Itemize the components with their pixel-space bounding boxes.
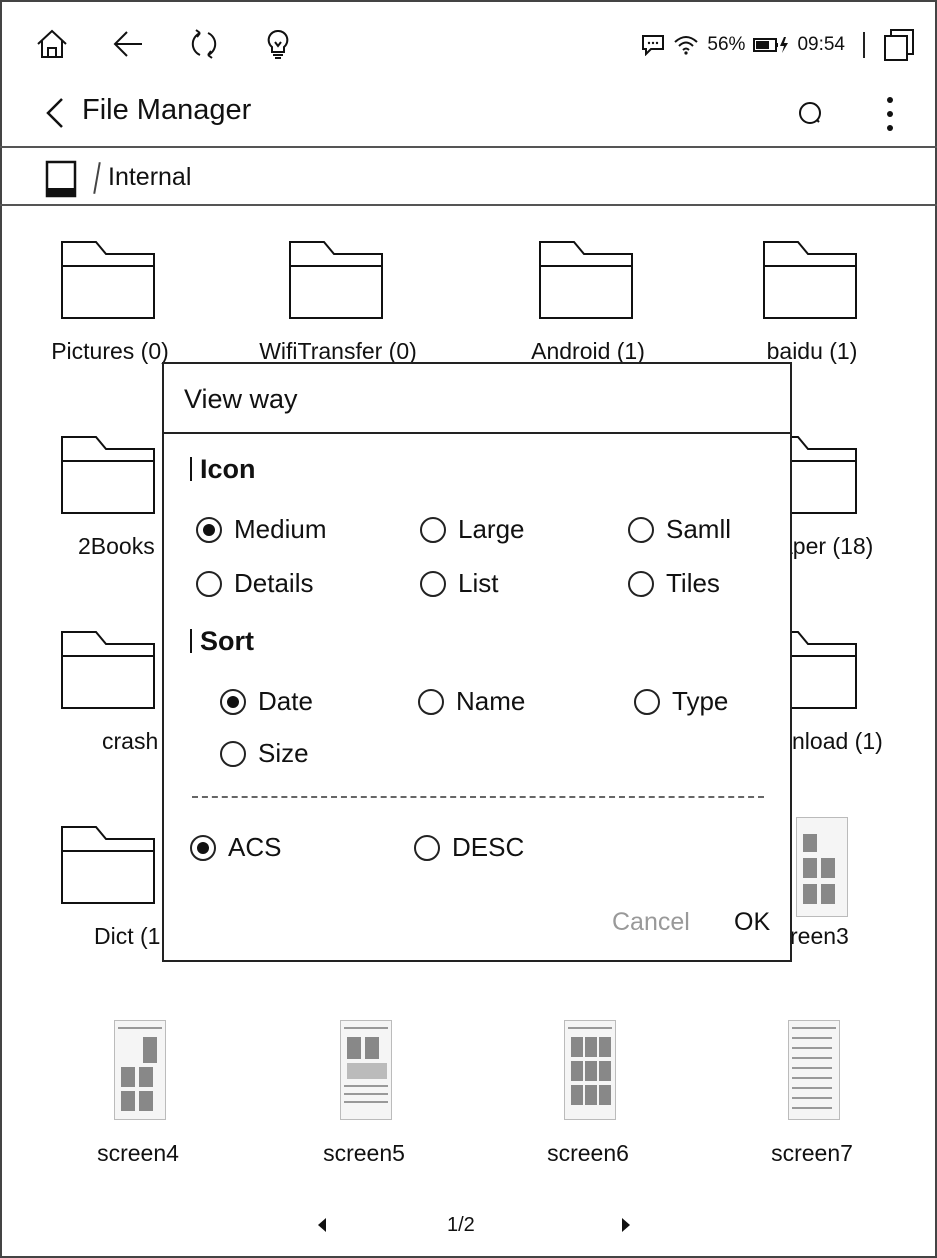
- image-label: screen4: [97, 1140, 179, 1166]
- status-separator: [863, 32, 865, 58]
- radio-unselected-icon: [628, 516, 654, 543]
- wifi-icon: [674, 36, 699, 55]
- page-title: File Manager: [82, 94, 252, 126]
- radio-unselected-icon: [420, 570, 446, 597]
- radio-selected-icon: [196, 516, 222, 543]
- image-label: reen3: [790, 923, 849, 949]
- radio-icon-large[interactable]: Large: [420, 514, 525, 545]
- radio-unselected-icon: [634, 688, 660, 715]
- radio-label: Name: [456, 686, 526, 716]
- ok-button[interactable]: OK: [734, 908, 770, 937]
- path-location[interactable]: Internal: [108, 163, 191, 192]
- pager: 1/2: [0, 1210, 937, 1246]
- radio-unselected-icon: [420, 516, 446, 543]
- radio-order-desc[interactable]: DESC: [414, 832, 524, 863]
- recent-apps-icon[interactable]: [883, 28, 917, 62]
- image-item[interactable]: screen6: [478, 1000, 698, 1190]
- message-icon: [642, 35, 665, 56]
- radio-label: Medium: [234, 514, 327, 544]
- folder-icon: [61, 241, 155, 319]
- radio-icon-small[interactable]: Samll: [628, 514, 731, 545]
- radio-sort-size[interactable]: Size: [220, 738, 309, 769]
- clock: 09:54: [797, 34, 845, 55]
- next-page-icon[interactable]: [622, 1218, 630, 1232]
- folder-label: aper (18): [780, 533, 874, 559]
- radio-sort-date[interactable]: Date: [220, 686, 313, 717]
- screenshot-thumbnail: [788, 1020, 840, 1120]
- device-storage-icon[interactable]: [45, 160, 77, 198]
- radio-label: Tiles: [666, 568, 720, 598]
- folder-label: baidu (1): [766, 338, 858, 364]
- radio-icon-tiles[interactable]: Tiles: [628, 568, 720, 599]
- radio-icon-list[interactable]: List: [420, 568, 498, 599]
- sort-section-heading: Sort: [190, 626, 254, 657]
- screenshot-thumbnail: [114, 1020, 166, 1120]
- lightbulb-icon[interactable]: [260, 26, 296, 62]
- image-label: screen6: [547, 1140, 629, 1166]
- image-item[interactable]: screen5: [254, 1000, 474, 1190]
- radio-label: Samll: [666, 514, 732, 544]
- dialog-title: View way: [184, 384, 298, 414]
- radio-unselected-icon: [414, 834, 440, 861]
- folder-label: WifiTransfer (0): [259, 338, 417, 364]
- battery-percent: 56%: [707, 34, 746, 55]
- screenshot-thumbnail: [564, 1020, 616, 1120]
- radio-icon-details[interactable]: Details: [196, 568, 313, 599]
- radio-sort-name[interactable]: Name: [418, 686, 525, 717]
- radio-order-acs[interactable]: ACS: [190, 832, 281, 863]
- prev-page-icon[interactable]: [318, 1218, 326, 1232]
- search-icon[interactable]: [797, 100, 827, 130]
- back-chevron-icon[interactable]: [40, 96, 70, 130]
- icon-section-heading: Icon: [190, 454, 256, 485]
- screenshot-thumbnail: [340, 1020, 392, 1120]
- folder-icon: [61, 631, 155, 709]
- folder-icon: [763, 241, 857, 319]
- folder-label: Android (1): [531, 338, 645, 364]
- radio-unselected-icon: [220, 740, 246, 767]
- radio-label: Date: [258, 686, 313, 716]
- image-label: screen7: [771, 1140, 853, 1166]
- folder-icon: [539, 241, 633, 319]
- radio-unselected-icon: [628, 570, 654, 597]
- dashed-divider: [192, 796, 764, 798]
- back-arrow-icon[interactable]: [110, 26, 146, 62]
- folder-icon: [289, 241, 383, 319]
- image-item[interactable]: screen7: [702, 1000, 922, 1190]
- radio-label: Large: [458, 514, 525, 544]
- radio-label: ACS: [228, 832, 282, 862]
- battery-charging-icon: [753, 37, 789, 53]
- app-header: File Manager: [0, 78, 937, 148]
- folder-icon: [61, 826, 155, 904]
- home-icon[interactable]: [34, 26, 70, 62]
- radio-selected-icon: [220, 688, 246, 715]
- radio-label: DESC: [452, 832, 525, 862]
- more-vertical-icon[interactable]: [883, 94, 897, 134]
- cancel-button[interactable]: Cancel: [612, 908, 690, 937]
- dialog-title-bar: View way: [164, 364, 790, 434]
- radio-unselected-icon: [196, 570, 222, 597]
- radio-label: Size: [258, 738, 309, 768]
- radio-unselected-icon: [418, 688, 444, 715]
- folder-icon: [61, 436, 155, 514]
- radio-sort-type[interactable]: Type: [634, 686, 728, 717]
- radio-label: List: [458, 568, 499, 598]
- image-item[interactable]: screen4: [28, 1000, 248, 1190]
- folder-label: Pictures (0): [51, 338, 169, 364]
- folder-label: nload (1): [792, 728, 883, 754]
- screenshot-thumbnail: [796, 817, 848, 917]
- image-label: screen5: [323, 1140, 405, 1166]
- view-way-dialog: View way Icon Medium Large Samll Details…: [162, 362, 792, 962]
- status-bar: 56% 09:54: [0, 12, 937, 74]
- refresh-icon[interactable]: [186, 26, 222, 62]
- radio-selected-icon: [190, 834, 216, 861]
- radio-label: Details: [234, 568, 314, 598]
- page-indicator: 1/2: [447, 1214, 475, 1236]
- radio-label: Type: [672, 686, 729, 716]
- radio-icon-medium[interactable]: Medium: [196, 514, 326, 545]
- path-bar: Internal: [0, 150, 937, 206]
- path-separator: [93, 162, 101, 194]
